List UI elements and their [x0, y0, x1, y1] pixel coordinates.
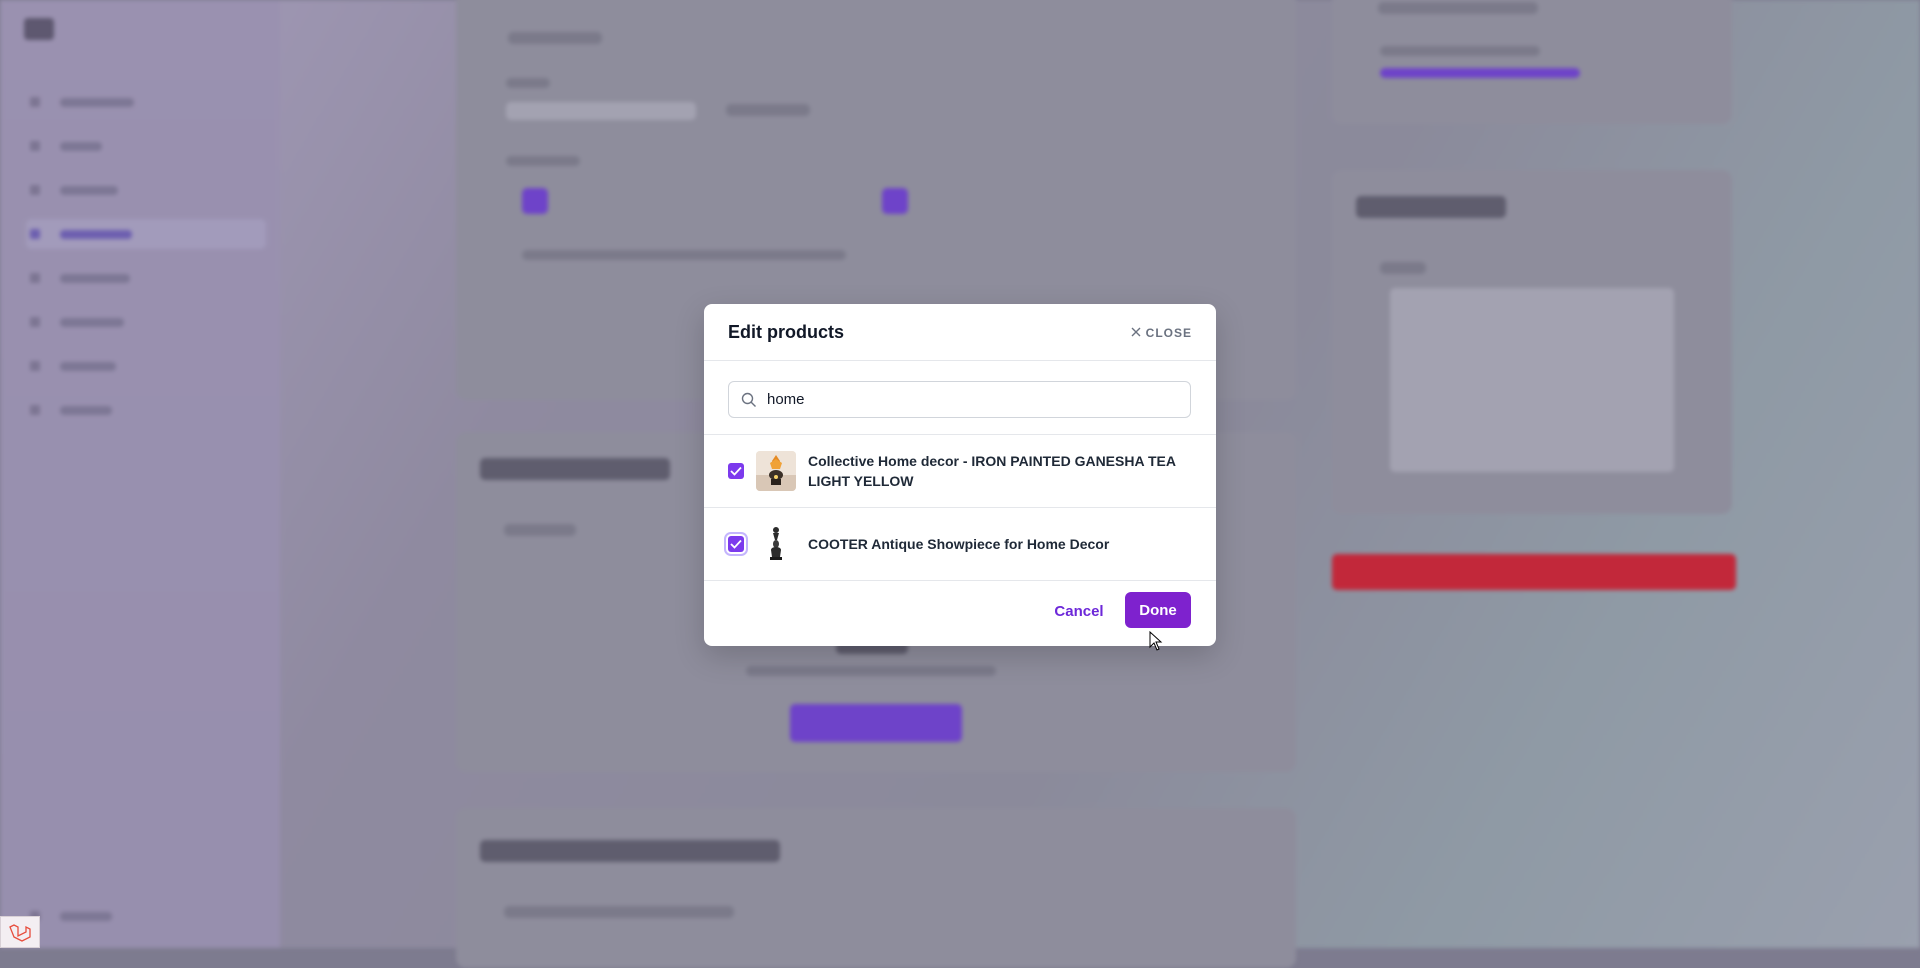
product-checkbox[interactable]	[728, 536, 744, 552]
product-row[interactable]: COOTER Antique Showpiece for Home Decor	[704, 508, 1216, 581]
sidebar-item	[26, 175, 266, 205]
sidebar-item	[26, 263, 266, 293]
product-name: Collective Home decor - IRON PAINTED GAN…	[808, 453, 1176, 489]
collection-cover-card	[1332, 170, 1732, 514]
close-button[interactable]: CLOSE	[1131, 324, 1192, 342]
sidebar-item	[26, 307, 266, 337]
search-input[interactable]	[767, 383, 1167, 416]
product-checkbox[interactable]	[728, 463, 744, 479]
close-label: CLOSE	[1145, 326, 1192, 340]
cancel-button[interactable]: Cancel	[1044, 594, 1114, 628]
product-name: COOTER Antique Showpiece for Home Decor	[808, 536, 1110, 552]
seo-card	[456, 808, 1296, 968]
sidebar-item	[26, 131, 266, 161]
sidebar-item	[26, 395, 266, 425]
modal-footer: Cancel Done	[704, 576, 1216, 646]
modal-header: Edit products CLOSE	[704, 304, 1216, 361]
app-logo	[24, 18, 54, 40]
edit-products-modal: Edit products CLOSE home Collective Home…	[704, 304, 1216, 646]
sidebar-item-active	[26, 219, 266, 249]
sidebar	[0, 0, 280, 948]
search-field[interactable]	[728, 381, 1191, 418]
sidebar-item	[26, 351, 266, 381]
sidebar-item	[26, 87, 266, 117]
ganesha-product-image	[756, 451, 796, 491]
showpiece-product-image	[756, 524, 796, 564]
laravel-logo	[0, 916, 40, 948]
done-button[interactable]: Done	[1125, 592, 1191, 628]
close-icon	[1131, 324, 1141, 342]
search-area	[704, 361, 1216, 435]
search-icon	[741, 392, 757, 413]
modal-title: Edit products	[728, 322, 844, 342]
sidebar-item	[26, 901, 266, 931]
side-card	[1332, 0, 1732, 124]
mouse-cursor-icon	[1149, 630, 1163, 656]
delete-collection-button-bg	[1332, 554, 1736, 590]
product-row[interactable]: Collective Home decor - IRON PAINTED GAN…	[704, 435, 1216, 508]
